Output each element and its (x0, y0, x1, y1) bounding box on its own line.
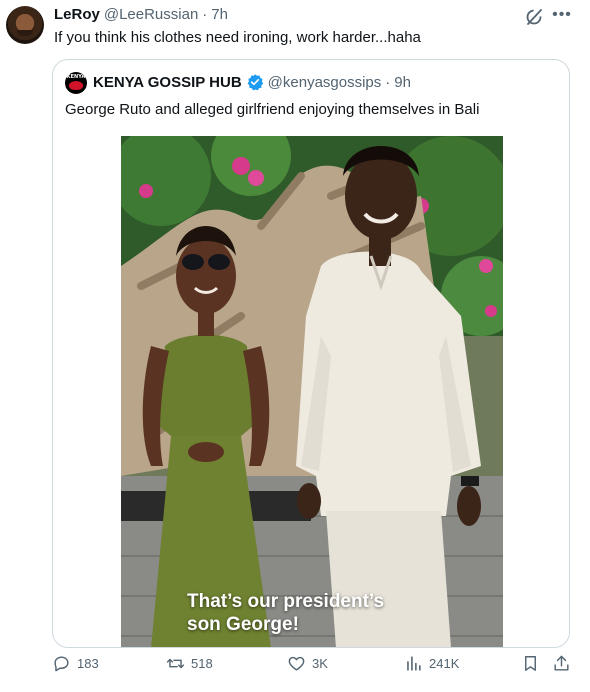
verified-badge-icon (247, 74, 263, 91)
views-count: 241K (429, 656, 460, 671)
lips-icon (69, 81, 83, 90)
quoted-author-avatar[interactable]: KENYA (65, 72, 87, 94)
share-icon (554, 655, 569, 671)
post-text: If you think his clothes need ironing, w… (54, 29, 421, 46)
repost-count: 518 (191, 656, 213, 671)
image-caption: That’s our president’s son George! (187, 590, 384, 636)
post-header: LeRoy @LeeRussian · 7h (54, 6, 228, 23)
repost-icon (166, 658, 185, 669)
quoted-avatar-text: KENYA (66, 74, 86, 80)
bookmark-icon (525, 656, 536, 671)
reply-button[interactable]: 183 (52, 654, 99, 673)
action-bar: 183 518 3K 241K (0, 654, 590, 684)
author-avatar[interactable] (6, 6, 44, 44)
quoted-author-handle[interactable]: @kenyasgossips (268, 74, 382, 91)
author-name[interactable]: LeRoy (54, 6, 100, 23)
photo-illustration (121, 136, 503, 647)
quoted-text: George Ruto and alleged girlfriend enjoy… (65, 101, 480, 118)
more-icon[interactable]: ••• (551, 6, 573, 26)
like-count: 3K (312, 656, 328, 671)
quoted-post[interactable]: KENYA KENYA GOSSIP HUB @kenyasgossips · … (52, 59, 570, 648)
repost-button[interactable]: 518 (166, 654, 213, 673)
views-icon (407, 656, 421, 671)
like-icon (288, 656, 305, 671)
reply-count: 183 (77, 656, 99, 671)
bookmark-button[interactable] (521, 654, 540, 673)
image-caption-line1: That’s our president’s (187, 591, 385, 612)
quoted-author-name[interactable]: KENYA GOSSIP HUB (93, 74, 242, 91)
post-time[interactable]: 7h (211, 6, 228, 23)
quoted-separator: · (385, 73, 391, 91)
quoted-photo[interactable]: That’s our president’s son George! (121, 136, 503, 647)
quoted-header: KENYA GOSSIP HUB @kenyasgossips · 9h (93, 73, 411, 91)
grok-icon[interactable] (524, 7, 544, 27)
quoted-time[interactable]: 9h (394, 74, 411, 91)
views-button[interactable]: 241K (404, 654, 459, 673)
share-button[interactable] (552, 654, 571, 673)
reply-icon (54, 656, 69, 672)
like-button[interactable]: 3K (287, 654, 328, 673)
author-handle[interactable]: @LeeRussian (104, 6, 198, 23)
header-separator: · (202, 6, 208, 23)
image-caption-line2: son George! (187, 614, 299, 635)
